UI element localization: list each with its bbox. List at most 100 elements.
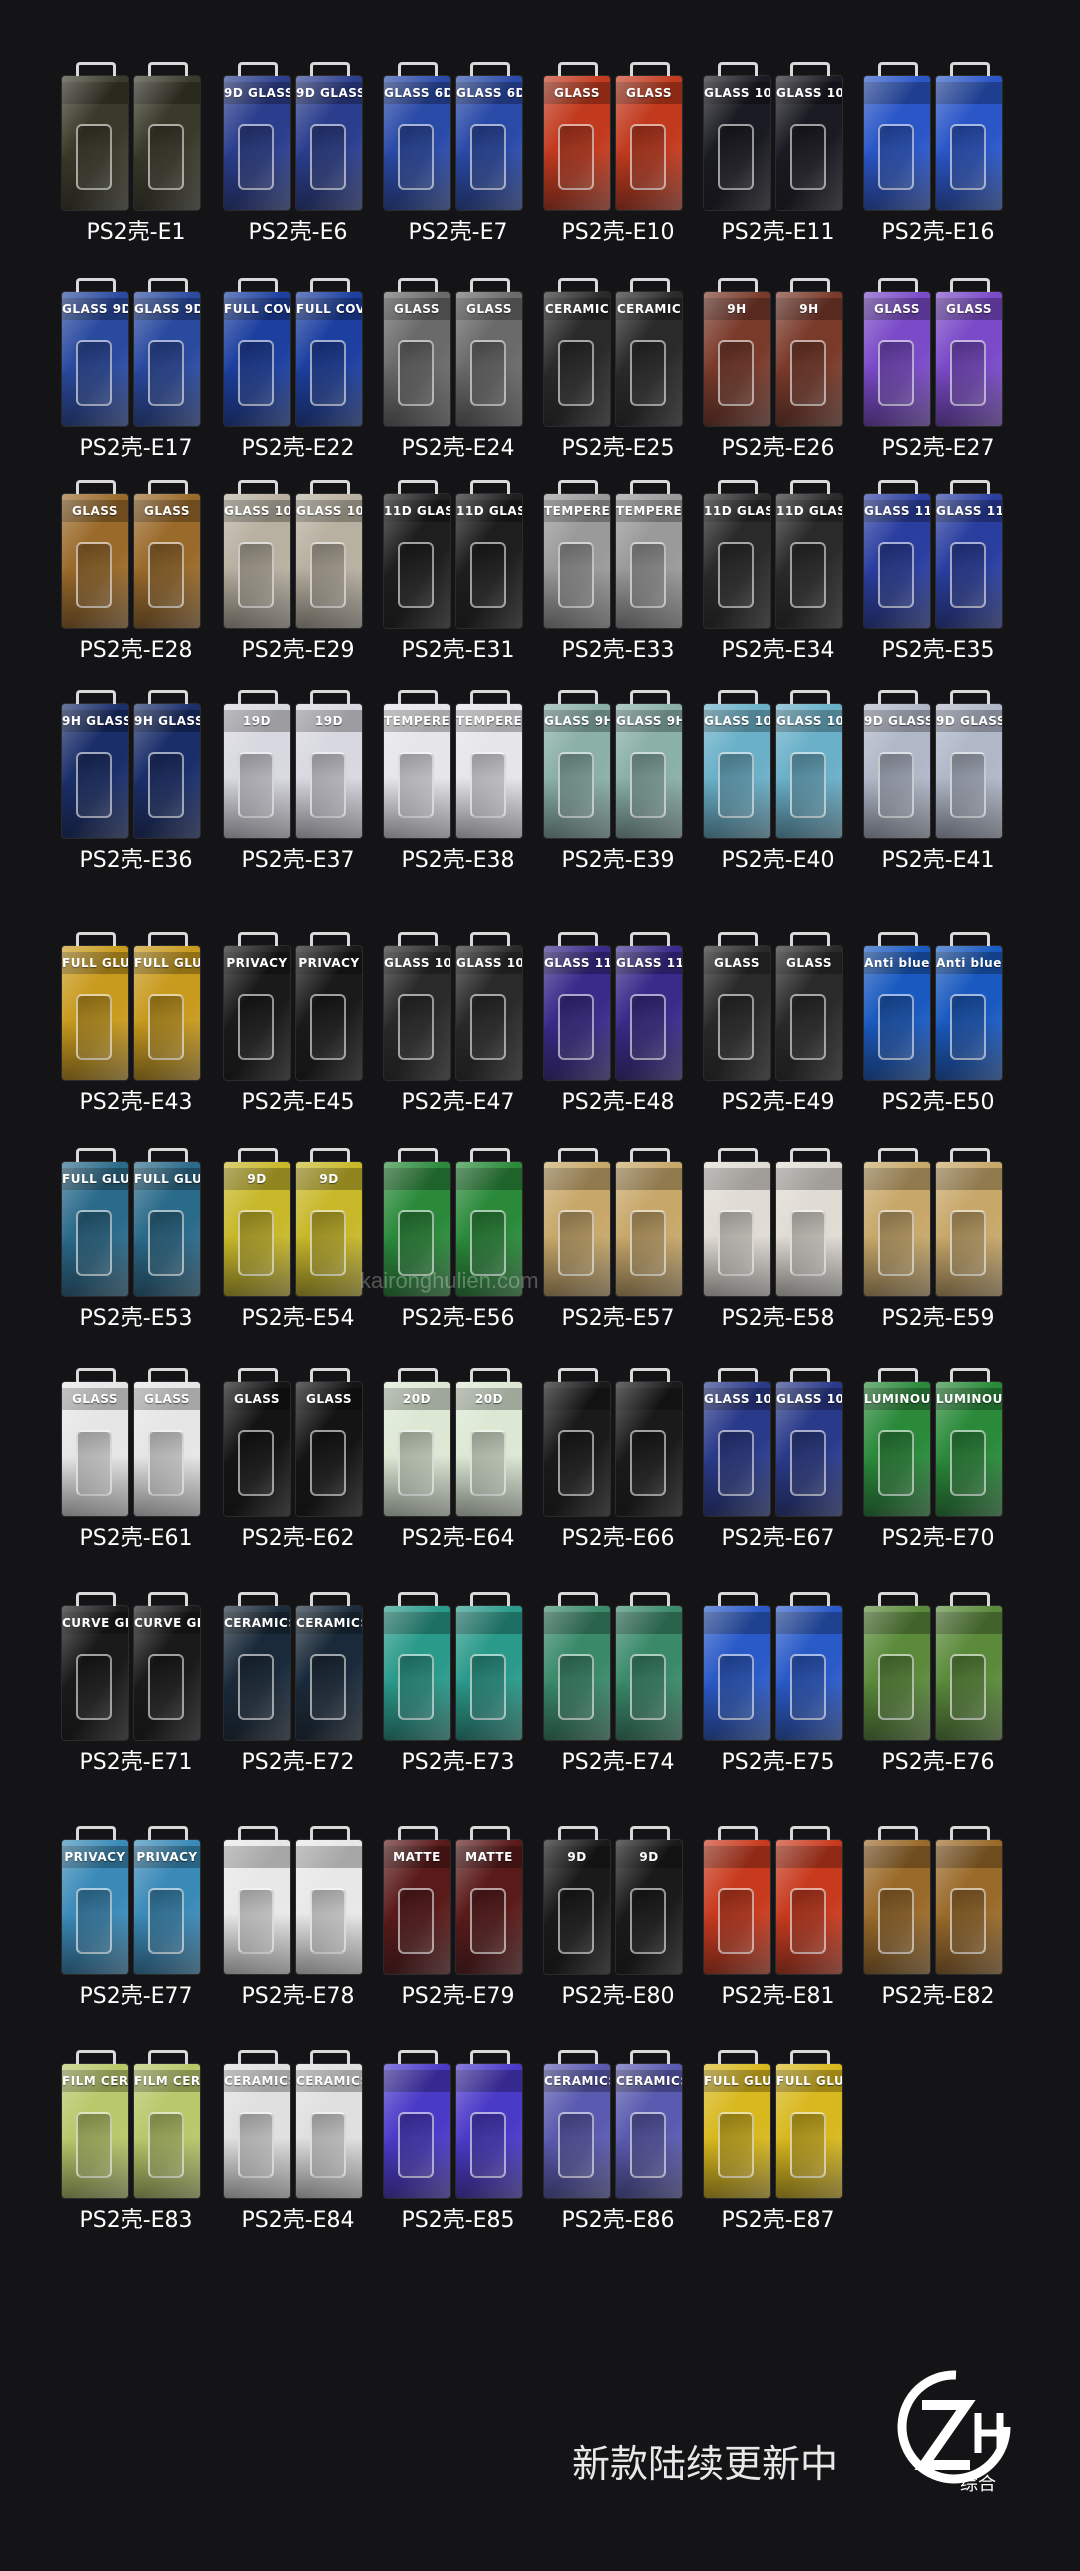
package-box: GLASS 11D	[936, 494, 1002, 628]
gloss-overlay	[224, 2064, 290, 2198]
package-box: MATTE	[384, 1840, 450, 1974]
package-box: FULL GLUE	[134, 1162, 200, 1296]
package-box: GLASS 10	[704, 704, 770, 838]
gloss-overlay	[296, 1162, 362, 1296]
product-package-image: LUMINOUSLUMINOUS	[864, 1368, 1004, 1518]
package-box: CURVE GLASS	[62, 1606, 128, 1740]
package-box: 20D	[384, 1382, 450, 1516]
product-code-label: PS2壳-E81	[721, 1984, 835, 2009]
package-box	[224, 1840, 290, 1974]
package-box: 11D GLASS	[384, 494, 450, 628]
gloss-overlay	[864, 1382, 930, 1516]
product-package-image: GLASSGLASS	[62, 480, 202, 630]
product-code-label: PS2壳-E40	[721, 848, 835, 873]
gloss-overlay	[616, 292, 682, 426]
product-item: PS2壳-E66	[538, 1368, 698, 1568]
gloss-overlay	[224, 494, 290, 628]
gloss-overlay	[296, 494, 362, 628]
product-package-image: FULL GLUEFULL GLUE	[62, 932, 202, 1082]
gloss-overlay	[296, 704, 362, 838]
product-code-label: PS2壳-E17	[79, 436, 193, 461]
package-box	[62, 76, 128, 210]
gloss-overlay	[776, 1606, 842, 1740]
product-code-label: PS2壳-E37	[241, 848, 355, 873]
package-box	[776, 1840, 842, 1974]
product-code-label: PS2壳-E39	[561, 848, 675, 873]
gloss-overlay	[704, 1382, 770, 1516]
gloss-overlay	[544, 76, 610, 210]
gloss-overlay	[864, 76, 930, 210]
gloss-overlay	[134, 1382, 200, 1516]
product-item: FULL COVERAGEFULL COVERAGE PS2壳-E22	[218, 278, 378, 478]
package-box: GLASS	[456, 292, 522, 426]
package-box: 20D	[456, 1382, 522, 1516]
package-box: FILM CERAMICS	[134, 2064, 200, 2198]
product-code-label: PS2壳-E70	[881, 1526, 995, 1551]
package-box	[936, 1606, 1002, 1740]
package-box: GLASS 6D	[456, 76, 522, 210]
product-package-image: 9H GLASS9H GLASS	[62, 690, 202, 840]
gloss-overlay	[864, 292, 930, 426]
product-item: FULL GLUEFULL GLUE PS2壳-E43	[56, 932, 216, 1132]
gloss-overlay	[936, 1840, 1002, 1974]
product-package-image: GLASSGLASS	[544, 62, 684, 212]
gloss-overlay	[384, 76, 450, 210]
gloss-overlay	[134, 1606, 200, 1740]
gloss-overlay	[224, 1606, 290, 1740]
package-box: 9D	[296, 1162, 362, 1296]
gloss-overlay	[544, 1606, 610, 1740]
product-package-image	[704, 1592, 844, 1742]
gloss-overlay	[704, 1840, 770, 1974]
package-box: FULL GLUE	[134, 946, 200, 1080]
gloss-overlay	[864, 704, 930, 838]
product-code-label: PS2壳-E45	[241, 1090, 355, 1115]
gloss-overlay	[384, 2064, 450, 2198]
product-item: GLASS 10GLASS 10 PS2壳-E40	[698, 690, 858, 890]
product-code-label: PS2壳-E36	[79, 848, 193, 873]
product-item: GLASSGLASS PS2壳-E62	[218, 1368, 378, 1568]
package-box	[544, 1606, 610, 1740]
gloss-overlay	[296, 946, 362, 1080]
package-box: FULL COVERAGE	[296, 292, 362, 426]
product-package-image	[544, 1368, 684, 1518]
gloss-overlay	[544, 494, 610, 628]
watermark-text: kaironghulien.com	[360, 1268, 539, 1293]
package-box: PRIVACY	[296, 946, 362, 1080]
product-item: PS2壳-E59	[858, 1148, 1018, 1348]
product-item: PS2壳-E57	[538, 1148, 698, 1348]
gloss-overlay	[544, 1840, 610, 1974]
gloss-overlay	[134, 76, 200, 210]
gloss-overlay	[296, 292, 362, 426]
product-code-label: PS2壳-E82	[881, 1984, 995, 2009]
product-item: GLASS 10DGLASS 10D PS2壳-E47	[378, 932, 538, 1132]
package-box: 9D GLASS	[864, 704, 930, 838]
gloss-overlay	[776, 1162, 842, 1296]
gloss-overlay	[224, 1382, 290, 1516]
package-box	[616, 1162, 682, 1296]
product-code-label: PS2壳-E85	[401, 2208, 515, 2233]
gloss-overlay	[776, 1382, 842, 1516]
product-item: GLASSGLASS PS2壳-E61	[56, 1368, 216, 1568]
package-box: CERAMICS	[296, 1606, 362, 1740]
package-box: GLASS 10	[704, 76, 770, 210]
gloss-overlay	[456, 1382, 522, 1516]
package-box	[776, 1162, 842, 1296]
package-box	[704, 1162, 770, 1296]
package-box: TEMPERED GLASS	[384, 704, 450, 838]
package-box	[134, 76, 200, 210]
product-item: GLASS 9DGLASS 9D PS2壳-E17	[56, 278, 216, 478]
gloss-overlay	[936, 292, 1002, 426]
gloss-overlay	[936, 494, 1002, 628]
gloss-overlay	[456, 1840, 522, 1974]
product-item: CERAMICSCERAMICS PS2壳-E86	[538, 2050, 698, 2250]
gloss-overlay	[616, 1606, 682, 1740]
package-box: GLASS 10	[776, 704, 842, 838]
product-catalog: PS2壳-E19D GLASS9D GLASSPS2壳-E6GLASS 6DGL…	[0, 0, 1080, 2571]
gloss-overlay	[62, 1840, 128, 1974]
gloss-overlay	[616, 76, 682, 210]
product-code-label: PS2壳-E79	[401, 1984, 515, 2009]
package-box: 9H	[776, 292, 842, 426]
product-package-image: GLASS 10DGLASS 10D	[384, 932, 524, 1082]
gloss-overlay	[134, 1162, 200, 1296]
package-box: GLASS 9D	[62, 292, 128, 426]
